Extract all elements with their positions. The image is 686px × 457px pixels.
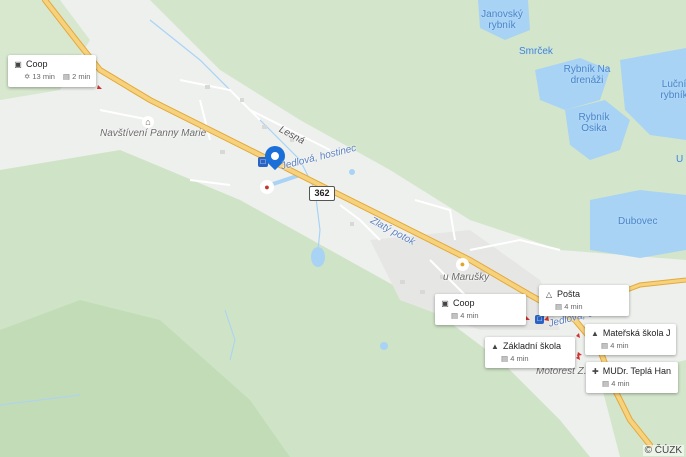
- car-icon: ▤: [602, 379, 610, 388]
- drive-time: 4 min: [611, 379, 630, 388]
- poi-card-coop-1[interactable]: ▣ Coop ✡ 13 min ▤ 2 min: [8, 55, 96, 87]
- walk-icon: ✡: [24, 72, 31, 81]
- walk-time: 13 min: [32, 72, 55, 81]
- poi-card-coop-2[interactable]: ▣ Coop ▤ 4 min: [435, 294, 526, 325]
- road-number-shield: 362: [309, 186, 335, 201]
- cart-icon: ▣: [14, 59, 22, 69]
- drive-time: 4 min: [460, 311, 479, 320]
- bus-stop-icon[interactable]: □: [535, 315, 544, 324]
- poi-title: Mateřská škola Je...: [602, 328, 670, 338]
- car-icon: ▤: [501, 354, 509, 363]
- car-icon: ▤: [62, 72, 70, 81]
- poi-title: Coop: [26, 59, 48, 69]
- medical-icon: ✚: [592, 366, 599, 376]
- drive-time: 4 min: [510, 354, 529, 363]
- church-icon: ⌂: [142, 116, 154, 128]
- drive-time: 2 min: [72, 72, 91, 81]
- poi-title: Základní škola: [503, 341, 562, 351]
- drive-time: 4 min: [564, 302, 583, 311]
- poi-title: MUDr. Teplá Han...: [602, 366, 672, 376]
- poi-card-materska-skola[interactable]: ▲Mateřská škola Je... ▤ 4 min: [585, 324, 676, 355]
- poi-title: Coop: [453, 298, 475, 308]
- map-copyright: © ČÚZK: [642, 445, 684, 456]
- cart-icon: ▣: [441, 298, 449, 308]
- map-canvas[interactable]: [0, 0, 686, 457]
- poi-card-mudr-tepla[interactable]: ✚ MUDr. Teplá Han... ▤ 4 min: [586, 362, 678, 393]
- school-icon: ▲: [591, 328, 599, 338]
- paw-icon: ●: [260, 180, 274, 194]
- car-icon: ▤: [601, 341, 609, 350]
- car-icon: ▤: [555, 302, 563, 311]
- drive-time: 4 min: [610, 341, 629, 350]
- car-icon: ▤: [451, 311, 459, 320]
- poi-title: Pošta: [557, 289, 581, 299]
- restaurant-icon: ●: [456, 258, 469, 271]
- post-icon: △: [545, 289, 553, 299]
- poi-card-posta[interactable]: △ Pošta ▤ 4 min: [539, 285, 629, 316]
- poi-card-zakladni-skola[interactable]: ▲ Základní škola ▤ 4 min: [485, 337, 575, 368]
- school-icon: ▲: [491, 341, 499, 351]
